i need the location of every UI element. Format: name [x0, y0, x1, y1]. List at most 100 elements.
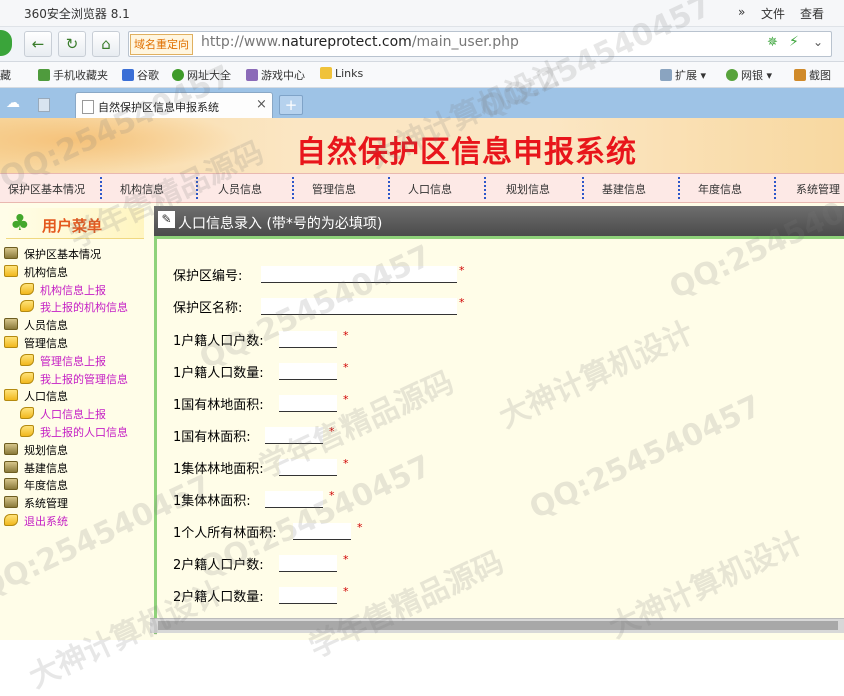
new-tab-button[interactable]: +: [279, 95, 303, 115]
field-input[interactable]: [261, 298, 457, 315]
site-banner: 自然保护区信息申报系统: [0, 118, 844, 173]
field-input[interactable]: [261, 266, 457, 283]
sidebar-item-label: 管理信息: [24, 337, 68, 350]
home-button[interactable]: ⌂: [92, 31, 120, 57]
sidebar-item-label: 基建信息: [24, 461, 68, 475]
required-asterisk: *: [329, 425, 335, 438]
top-menu-item[interactable]: 保护区基本情况: [8, 181, 85, 197]
top-menu-item[interactable]: 基建信息: [602, 181, 646, 197]
top-menu: 保护区基本情况 机构信息 人员信息 管理信息 人口信息 规划信息 基建信息 年度信息 系统管理: [0, 173, 844, 203]
tab-close-button[interactable]: ×: [256, 97, 267, 112]
sidebar-item-label: 机构信息上报: [40, 283, 106, 297]
page-icon: [82, 100, 94, 114]
top-menu-item[interactable]: 人员信息: [218, 181, 262, 197]
sidebar-subitem[interactable]: 人口信息上报: [20, 406, 106, 422]
field-input[interactable]: [265, 491, 323, 508]
sidebar-item[interactable]: 保护区基本情况: [4, 246, 101, 262]
folder-icon: [320, 67, 332, 79]
security-shield-icon[interactable]: ✵: [767, 35, 778, 50]
top-menu-item[interactable]: 年度信息: [698, 181, 742, 197]
leaf-icon: [4, 514, 18, 526]
field-input[interactable]: [279, 363, 337, 380]
user-menu-sidebar: ♣ 用户菜单 保护区基本情况 机构信息 机构信息上报 我上报的机构信息 人员信息 管理信息…: [0, 204, 148, 640]
refresh-icon: ↻: [65, 35, 79, 53]
top-menu-item[interactable]: 管理信息: [312, 181, 356, 197]
sidebar-item[interactable]: 人口信息: [4, 388, 68, 404]
screenshot-button[interactable]: 截图: [794, 67, 831, 83]
field-label: 2户籍人口户数:: [173, 558, 264, 573]
bookmark-games[interactable]: 游戏中心: [246, 67, 305, 83]
field-label: 保护区名称:: [173, 301, 243, 316]
sidebar-item-label: 我上报的机构信息: [40, 301, 128, 315]
sidebar-item[interactable]: 规划信息: [4, 442, 68, 458]
sidebar-item[interactable]: 机构信息: [4, 264, 68, 280]
menu-file[interactable]: 文件: [761, 5, 785, 22]
required-asterisk: *: [459, 264, 465, 277]
sidebar-item[interactable]: 管理信息: [4, 335, 68, 351]
online-banking-button[interactable]: 网银 ▾: [726, 67, 772, 83]
speed-mode-icon[interactable]: ⚡: [789, 34, 799, 50]
bookmark-google[interactable]: 谷歌: [122, 67, 159, 83]
address-bar[interactable]: 域名重定向 http://www.natureprotect.com/main_…: [128, 31, 832, 57]
site-title: 自然保护区信息申报系统: [296, 135, 637, 170]
field-input[interactable]: [265, 427, 323, 444]
scrollbar-thumb[interactable]: [158, 621, 838, 630]
bookmark-site-directory[interactable]: 网址大全: [172, 67, 231, 83]
bank-icon: [726, 69, 738, 81]
sidebar-item-label: 年度信息: [24, 479, 68, 493]
top-menu-item[interactable]: 机构信息: [120, 181, 164, 197]
top-menu-item[interactable]: 系统管理: [796, 181, 840, 197]
sidebar-item-label: 人口信息上报: [40, 408, 106, 422]
field-input[interactable]: [279, 459, 337, 476]
required-asterisk: *: [343, 393, 349, 406]
field-input[interactable]: [279, 555, 337, 572]
horizontal-scrollbar[interactable]: [150, 618, 844, 633]
gamepad-icon: [246, 69, 258, 81]
sidebar-item[interactable]: 系统管理: [4, 495, 68, 511]
cloud-icon[interactable]: ☁: [6, 95, 20, 111]
top-menu-separator: [100, 177, 102, 199]
refresh-button[interactable]: ↻: [58, 31, 86, 57]
bookmark-mobile[interactable]: 手机收藏夹: [38, 67, 108, 83]
redirect-badge[interactable]: 域名重定向: [130, 34, 193, 55]
sidebar-item[interactable]: 人员信息: [4, 317, 68, 333]
top-menu-separator: [292, 177, 294, 199]
sidebar-subitem[interactable]: 我上报的机构信息: [20, 299, 128, 315]
field-input[interactable]: [279, 395, 337, 412]
field-input[interactable]: [279, 587, 337, 604]
extensions-button[interactable]: 扩展 ▾: [660, 67, 706, 83]
sidebar-item[interactable]: 退出系统: [4, 513, 68, 529]
field-label: 1国有林面积:: [173, 430, 251, 445]
url-text[interactable]: http://www.natureprotect.com/main_user.p…: [201, 34, 519, 50]
tab-list-icon[interactable]: [38, 98, 50, 112]
field-label: 1户籍人口数量:: [173, 366, 264, 381]
field-label: 1国有林地面积:: [173, 398, 264, 413]
bookmark-links[interactable]: Links: [320, 67, 363, 80]
bookmarks-bar: 藏 手机收藏夹 谷歌 网址大全 游戏中心 Links 扩展 ▾ 网银 ▾ 截图: [0, 62, 844, 88]
menu-overflow-button[interactable]: »: [738, 5, 745, 19]
leaf-icon: [20, 425, 34, 437]
tab-active[interactable]: 自然保护区信息申报系统 ×: [75, 92, 273, 119]
top-menu-item[interactable]: 规划信息: [506, 181, 550, 197]
sidebar-subitem[interactable]: 管理信息上报: [20, 353, 106, 369]
field-input[interactable]: [279, 331, 337, 348]
field-label: 1集体林面积:: [173, 494, 251, 509]
field-label: 保护区编号:: [173, 269, 243, 284]
url-domain: natureprotect.com: [281, 34, 412, 50]
leaf-icon: [20, 353, 34, 366]
menu-view[interactable]: 查看: [800, 5, 824, 22]
top-menu-item[interactable]: 人口信息: [408, 181, 452, 197]
sidebar-item[interactable]: 年度信息: [4, 477, 68, 493]
sidebar-subitem[interactable]: 我上报的人口信息: [20, 424, 128, 440]
field-label: 1户籍人口户数:: [173, 334, 264, 349]
required-asterisk: *: [343, 361, 349, 374]
address-dropdown-icon[interactable]: ⌄: [813, 35, 823, 49]
sidebar-item[interactable]: 基建信息: [4, 460, 68, 476]
sidebar-item-label: 我上报的人口信息: [40, 426, 128, 439]
sidebar-subitem[interactable]: 我上报的管理信息: [20, 371, 128, 387]
field-input[interactable]: [293, 523, 351, 540]
back-button[interactable]: ←: [24, 31, 52, 57]
bookmark-favorites[interactable]: 藏: [0, 67, 11, 83]
folder-icon: [4, 389, 18, 402]
sidebar-subitem[interactable]: 机构信息上报: [20, 282, 106, 298]
